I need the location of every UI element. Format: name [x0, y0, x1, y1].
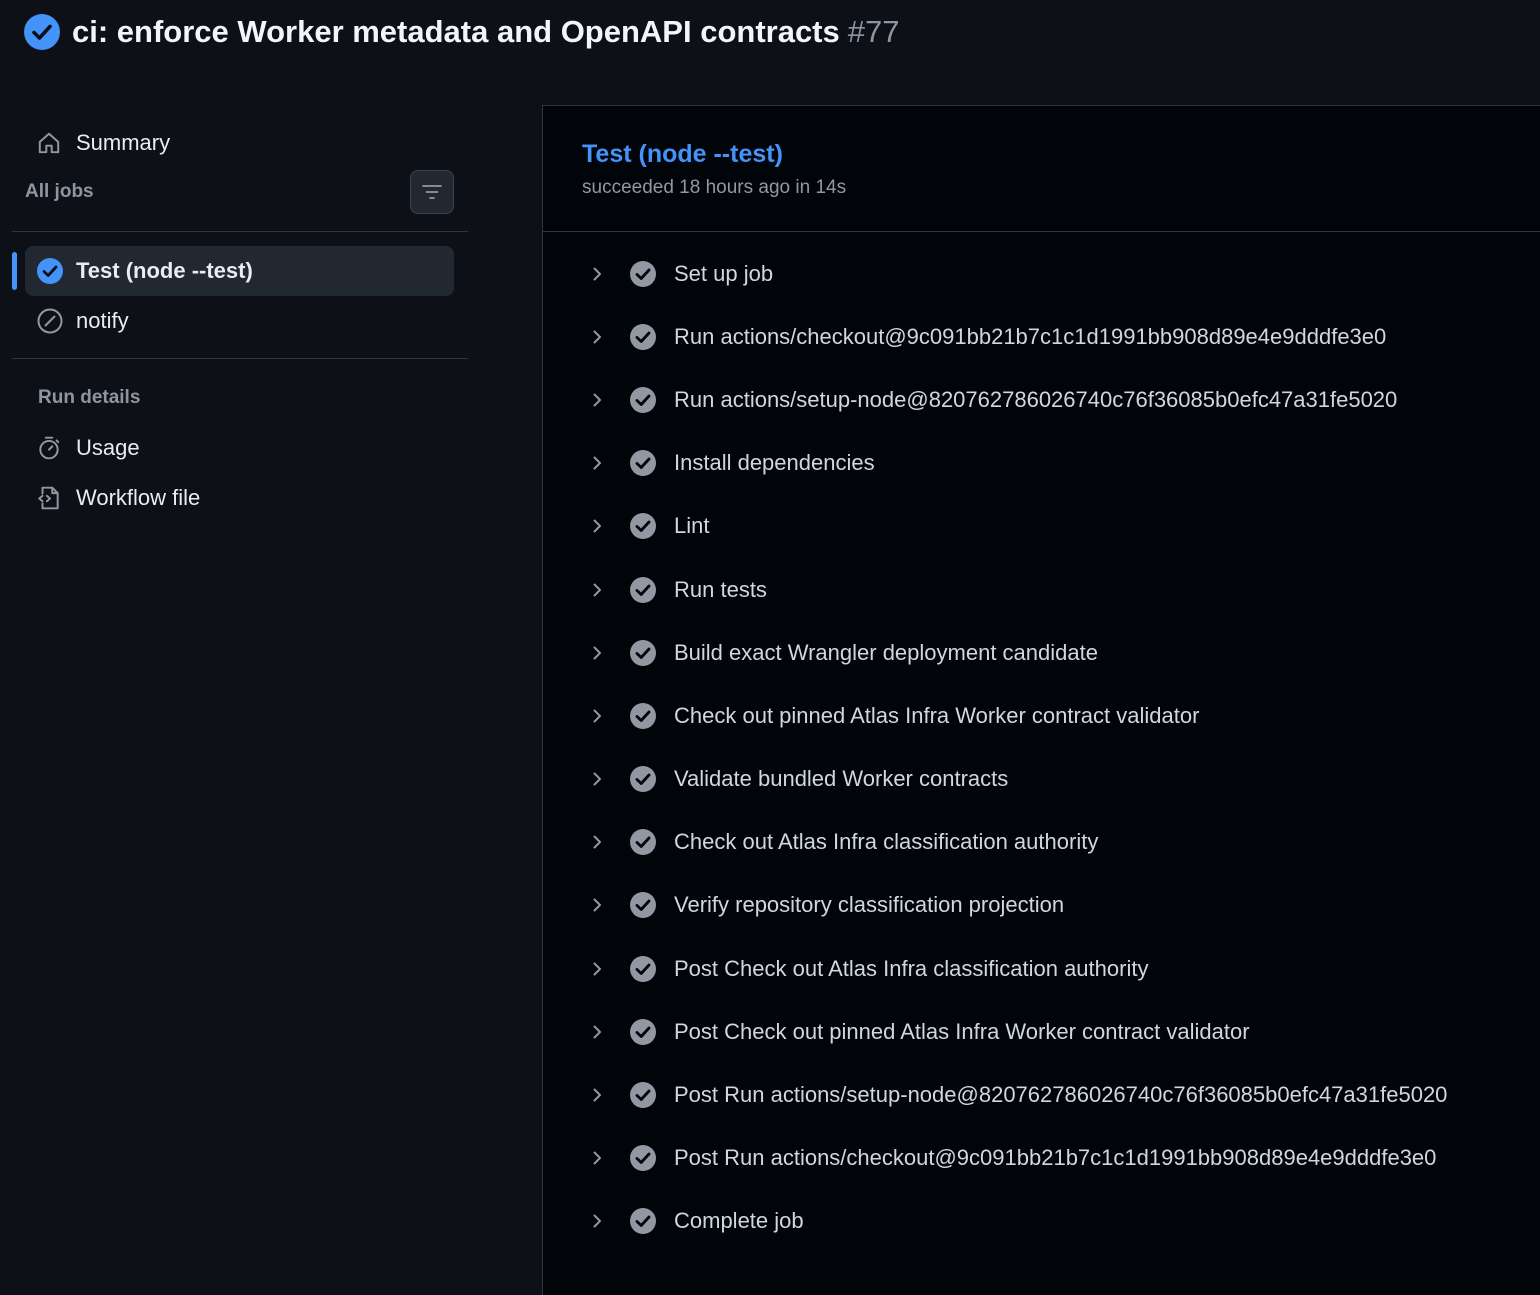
job-title[interactable]: Test (node --test) [582, 140, 1540, 169]
step-row[interactable]: Check out pinned Atlas Infra Worker cont… [543, 684, 1540, 747]
home-icon [38, 132, 60, 154]
step-row[interactable]: Run actions/setup-node@820762786026740c7… [543, 368, 1540, 431]
step-success-icon [630, 766, 656, 793]
step-row[interactable]: Complete job [543, 1190, 1540, 1253]
job-header: Test (node --test) succeeded 18 hours ag… [543, 106, 1540, 232]
step-label: Set up job [674, 260, 774, 286]
chevron-right-icon[interactable] [587, 1022, 607, 1042]
step-success-icon [630, 576, 656, 603]
step-row[interactable]: Run actions/checkout@9c091bb21b7c1c1d199… [543, 305, 1540, 368]
step-success-icon [630, 892, 656, 919]
sidebar-item-label: Workflow file [76, 485, 201, 510]
step-label: Run tests [674, 576, 767, 602]
chevron-right-icon[interactable] [587, 453, 607, 473]
filter-icon [422, 185, 442, 199]
chevron-right-icon[interactable] [587, 1085, 607, 1105]
step-row[interactable]: Post Run actions/setup-node@820762786026… [543, 1063, 1540, 1126]
all-jobs-heading: All jobs [12, 168, 468, 216]
step-row[interactable]: Run tests [543, 558, 1540, 621]
chevron-right-icon[interactable] [587, 327, 607, 347]
chevron-right-icon[interactable] [587, 580, 607, 600]
step-row[interactable]: Check out Atlas Infra classification aut… [543, 811, 1540, 874]
active-indicator [12, 252, 17, 290]
step-label: Post Check out Atlas Infra classificatio… [674, 955, 1149, 981]
job-panel: Test (node --test) succeeded 18 hours ag… [542, 105, 1540, 1295]
step-row[interactable]: Post Check out Atlas Infra classificatio… [543, 937, 1540, 1000]
chevron-right-icon[interactable] [587, 1148, 607, 1168]
sidebar-item-label: Summary [76, 130, 171, 155]
job-status-text: succeeded 18 hours ago in 14s [582, 177, 847, 198]
chevron-right-icon[interactable] [587, 959, 607, 979]
sidebar-item-summary[interactable]: Summary [12, 118, 468, 168]
step-success-icon [630, 323, 656, 350]
steps-list: Set up job Run actions/checkout@9c091bb21… [543, 232, 1540, 1253]
job-label: notify [76, 308, 129, 333]
step-label: Install dependencies [674, 450, 875, 476]
step-label: Lint [674, 513, 710, 539]
sidebar: Summary All jobs Test (node --test) noti… [12, 118, 468, 523]
page-title: ci: enforce Worker metadata and OpenAPI … [72, 14, 840, 49]
step-label: Validate bundled Worker contracts [674, 766, 1009, 792]
step-row[interactable]: Verify repository classification project… [543, 874, 1540, 937]
chevron-right-icon[interactable] [587, 390, 607, 410]
step-label: Run actions/setup-node@820762786026740c7… [674, 386, 1398, 412]
success-check-icon [24, 14, 60, 50]
step-row[interactable]: Validate bundled Worker contracts [543, 748, 1540, 811]
step-success-icon [630, 260, 656, 287]
step-success-icon [630, 1018, 656, 1045]
step-label: Verify repository classification project… [674, 892, 1065, 918]
chevron-right-icon[interactable] [587, 895, 607, 915]
step-success-icon [630, 386, 656, 413]
step-success-icon [630, 1145, 656, 1172]
step-row[interactable]: Lint [543, 495, 1540, 558]
step-label: Check out Atlas Infra classification aut… [674, 829, 1099, 855]
step-row[interactable]: Set up job [543, 242, 1540, 305]
step-row[interactable]: Post Run actions/checkout@9c091bb21b7c1c… [543, 1127, 1540, 1190]
step-success-icon [630, 513, 656, 540]
sidebar-job-notify[interactable]: notify [25, 296, 454, 346]
step-label: Run actions/checkout@9c091bb21b7c1c1d199… [674, 323, 1387, 349]
all-jobs-label: All jobs [25, 181, 94, 202]
step-success-icon [630, 702, 656, 729]
step-label: Build exact Wrangler deployment candidat… [674, 639, 1098, 665]
step-success-icon [630, 450, 656, 477]
chevron-right-icon[interactable] [587, 643, 607, 663]
step-row[interactable]: Build exact Wrangler deployment candidat… [543, 621, 1540, 684]
step-success-icon [630, 829, 656, 856]
chevron-right-icon[interactable] [587, 769, 607, 789]
sidebar-item-usage[interactable]: Usage [12, 423, 468, 473]
step-label: Post Check out pinned Atlas Infra Worker… [674, 1018, 1250, 1044]
skipped-icon [37, 308, 63, 334]
step-success-icon [630, 1082, 656, 1109]
chevron-right-icon[interactable] [587, 832, 607, 852]
sidebar-item-workflow-file[interactable]: Workflow file [12, 473, 468, 523]
filter-button[interactable] [410, 170, 454, 214]
step-label: Post Run actions/setup-node@820762786026… [674, 1082, 1448, 1108]
job-label: Test (node --test) [76, 258, 253, 283]
chevron-right-icon[interactable] [587, 706, 607, 726]
chevron-right-icon[interactable] [587, 264, 607, 284]
stopwatch-icon [39, 436, 60, 460]
step-success-icon [630, 1208, 656, 1235]
success-check-icon [37, 258, 63, 284]
run-header: ci: enforce Worker metadata and OpenAPI … [24, 10, 899, 54]
chevron-right-icon[interactable] [587, 516, 607, 536]
sidebar-item-label: Usage [76, 435, 140, 460]
run-details-heading: Run details [38, 387, 141, 408]
file-code-icon [38, 486, 59, 510]
step-label: Complete job [674, 1208, 804, 1234]
step-success-icon [630, 639, 656, 666]
step-row[interactable]: Post Check out pinned Atlas Infra Worker… [543, 1000, 1540, 1063]
step-row[interactable]: Install dependencies [543, 432, 1540, 495]
step-label: Post Run actions/checkout@9c091bb21b7c1c… [674, 1145, 1437, 1171]
step-label: Check out pinned Atlas Infra Worker cont… [674, 702, 1200, 728]
run-number: #77 [847, 14, 900, 49]
step-success-icon [630, 955, 656, 982]
chevron-right-icon[interactable] [587, 1211, 607, 1231]
sidebar-job-test[interactable]: Test (node --test) [12, 246, 454, 296]
